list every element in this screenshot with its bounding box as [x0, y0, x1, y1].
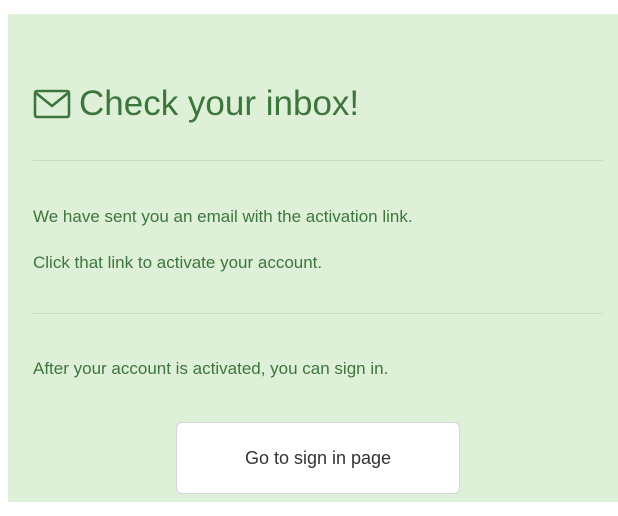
go-to-sign-in-button-label: Go to sign in page	[244, 447, 392, 468]
activation-notice-panel: Check your inbox! We have sent you an em…	[8, 14, 618, 502]
page-title: Check your inbox!	[79, 84, 360, 123]
divider-middle	[33, 313, 603, 314]
message-line-email-sent: We have sent you an email with the activ…	[33, 207, 413, 226]
divider-top	[33, 160, 603, 161]
message-line-click-link: Click that link to activate your account…	[33, 253, 323, 272]
panel-heading: Check your inbox!	[33, 82, 359, 126]
envelope-icon	[33, 88, 71, 120]
go-to-sign-in-button[interactable]: Go to sign in page	[176, 422, 460, 494]
message-after-activation: After your account is activated, you can…	[33, 359, 389, 378]
